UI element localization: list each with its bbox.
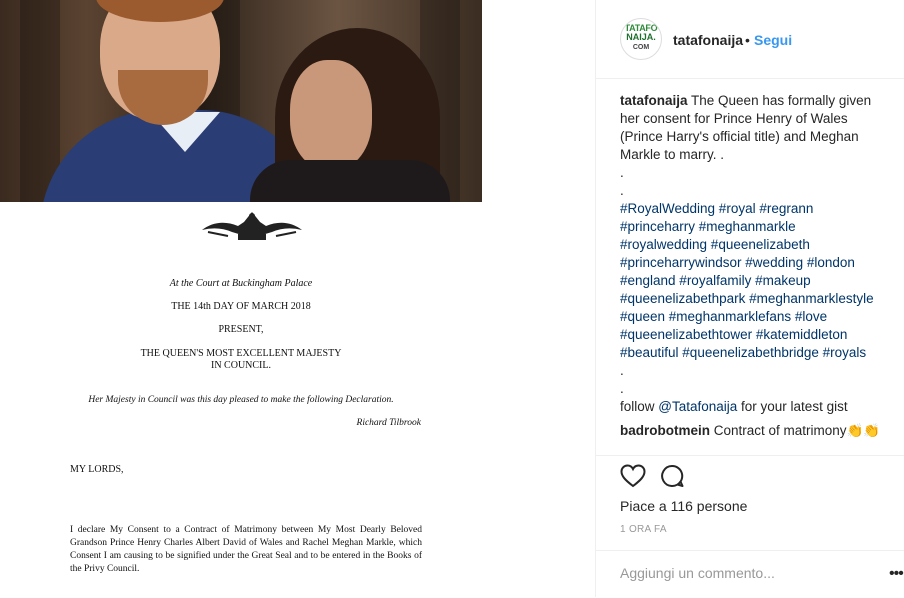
caption-dot: . bbox=[620, 183, 624, 198]
comment-username-link[interactable]: badrobotmein bbox=[620, 423, 710, 438]
avatar-text-bottom: COM bbox=[632, 44, 650, 51]
hashtag-line[interactable]: #princeharry #meghanmarkle bbox=[620, 218, 888, 236]
letter-salutation: MY LORDS, bbox=[70, 464, 124, 475]
comment-text: Contract of matrimony bbox=[713, 423, 847, 438]
couple-photo bbox=[0, 0, 482, 202]
follow-button[interactable]: Segui bbox=[754, 32, 792, 48]
actions-divider bbox=[596, 455, 904, 457]
letter-signature: Richard Tilbrook bbox=[356, 418, 421, 428]
comment-bubble-icon[interactable] bbox=[660, 464, 684, 488]
letter-majesty-line-1: THE QUEEN'S MOST EXCELLENT MAJESTY bbox=[140, 348, 342, 359]
post-header: TATAFO NAIJA. COM tatafonaija • Segui bbox=[596, 0, 904, 79]
media-whitespace bbox=[482, 0, 594, 597]
hashtag-line[interactable]: #queen #meghanmarklefans #love bbox=[620, 308, 888, 326]
post-time[interactable]: 1 ORA FA bbox=[620, 524, 667, 535]
follow-suffix: for your latest gist bbox=[737, 399, 848, 414]
letter-present: PRESENT, bbox=[218, 324, 264, 335]
hashtag-line[interactable]: #RoyalWedding #royal #regrann bbox=[620, 200, 888, 218]
hashtag-line[interactable]: #queenelizabethpark #meghanmarklestyle bbox=[620, 290, 888, 308]
letter-council-line: Her Majesty in Council was this day plea… bbox=[88, 395, 394, 405]
mention-link[interactable]: @Tatafonaija bbox=[658, 399, 737, 414]
comments-section: tatafonaija The Queen has formally given… bbox=[620, 92, 888, 440]
comment-item: badrobotmein Contract of matrimony👏👏 bbox=[620, 422, 888, 440]
post-media[interactable]: At the Court at Buckingham Palace THE 14… bbox=[0, 0, 482, 597]
caption: tatafonaija The Queen has formally given… bbox=[620, 92, 888, 416]
likes-count[interactable]: Piace a 116 persone bbox=[620, 498, 747, 514]
hashtag-line[interactable]: #princeharrywindsor #wedding #london bbox=[620, 254, 888, 272]
royal-crest-icon bbox=[202, 212, 302, 240]
header-separator: • bbox=[745, 32, 750, 48]
caption-username-link[interactable]: tatafonaija bbox=[620, 93, 688, 108]
heart-icon[interactable] bbox=[620, 464, 646, 488]
avatar-text-mid: NAIJA. bbox=[626, 32, 656, 42]
letter-majesty-line-2: IN COUNCIL. bbox=[211, 360, 271, 371]
caption-dot: . bbox=[620, 165, 624, 180]
add-comment-input[interactable]: Aggiungi un commento... bbox=[620, 565, 775, 581]
consent-letter: At the Court at Buckingham Palace THE 14… bbox=[0, 202, 482, 597]
letter-declaration: I declare My Consent to a Contract of Ma… bbox=[70, 525, 422, 574]
hashtag-line[interactable]: #beautiful #queenelizabethbridge #royals bbox=[620, 344, 888, 362]
more-options-icon[interactable]: ••• bbox=[889, 565, 904, 583]
post-sidebar: TATAFO NAIJA. COM tatafonaija • Segui ta… bbox=[595, 0, 904, 597]
caption-dot: . bbox=[620, 363, 624, 378]
letter-court-line: At the Court at Buckingham Palace bbox=[169, 278, 313, 289]
hashtag-line[interactable]: #queenelizabethtower #katemiddleton bbox=[620, 326, 888, 344]
follow-prefix: follow bbox=[620, 399, 659, 414]
follow-line: follow @Tatafonaija for your latest gist bbox=[620, 398, 888, 416]
hashtag-line[interactable]: #royalwedding #queenelizabeth bbox=[620, 236, 888, 254]
woman-top bbox=[250, 160, 450, 202]
woman-face bbox=[290, 60, 372, 170]
clap-emoji: 👏👏 bbox=[846, 423, 881, 438]
add-comment-bar: Aggiungi un commento... ••• bbox=[596, 550, 904, 598]
letter-date-line: THE 14th DAY OF MARCH 2018 bbox=[171, 301, 311, 312]
caption-dot: . bbox=[620, 381, 624, 396]
hashtag-line[interactable]: #england #royalfamily #makeup bbox=[620, 272, 888, 290]
avatar[interactable]: TATAFO NAIJA. COM bbox=[620, 18, 662, 60]
header-username-link[interactable]: tatafonaija bbox=[673, 32, 743, 48]
